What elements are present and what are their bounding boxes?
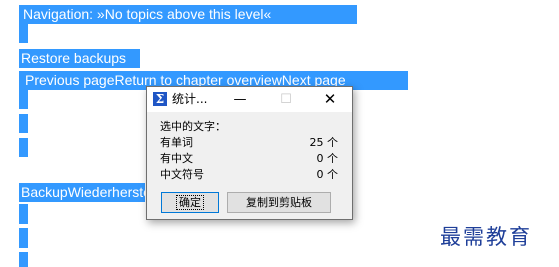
sigma-icon: Σ (153, 92, 167, 106)
maximize-icon: ☐ (280, 92, 292, 107)
stat-label-chinese-symbols: 中文符号 (160, 168, 204, 181)
dialog-content: 选中的文字： 有单词 25 个 有中文 0 个 中文符号 0 个 确定 复制到剪… (147, 112, 352, 219)
stat-count-chinese-symbols: 0 个 (316, 168, 339, 181)
selected-text-label: 选中的文字： (160, 120, 226, 133)
minimize-icon[interactable]: — (217, 87, 263, 112)
stat-count-words: 25 个 (309, 136, 339, 149)
ok-button[interactable]: 确定 (161, 192, 219, 213)
watermark-logo: 最需教育 (440, 225, 532, 249)
restore-backups-heading: Restore backups (19, 49, 140, 68)
selection-bar (19, 114, 28, 133)
dialog-titlebar[interactable]: Σ 统计... — ☐ ✕ (147, 87, 352, 112)
selection-bar (19, 204, 28, 224)
statistics-dialog: Σ 统计... — ☐ ✕ 选中的文字： 有单词 25 个 有中文 0 个 中文… (146, 86, 353, 220)
ok-button-label: 确定 (176, 195, 204, 210)
selection-bar (19, 138, 28, 157)
selection-bar (19, 90, 28, 109)
wiederherstellung-heading: BackupWiederherstellung (19, 183, 145, 202)
copy-to-clipboard-button[interactable]: 复制到剪贴板 (227, 192, 331, 213)
navigation-line: Navigation: »No topics above this level« (19, 5, 357, 24)
close-icon[interactable]: ✕ (307, 87, 353, 112)
stat-count-chinese: 0 个 (316, 152, 339, 165)
stat-label-words: 有单词 (160, 136, 193, 149)
dialog-title: 统计... (172, 92, 208, 106)
selection-bar (19, 24, 28, 43)
stat-label-chinese: 有中文 (160, 152, 193, 165)
selection-bar (19, 228, 28, 248)
selection-bar (19, 252, 28, 267)
